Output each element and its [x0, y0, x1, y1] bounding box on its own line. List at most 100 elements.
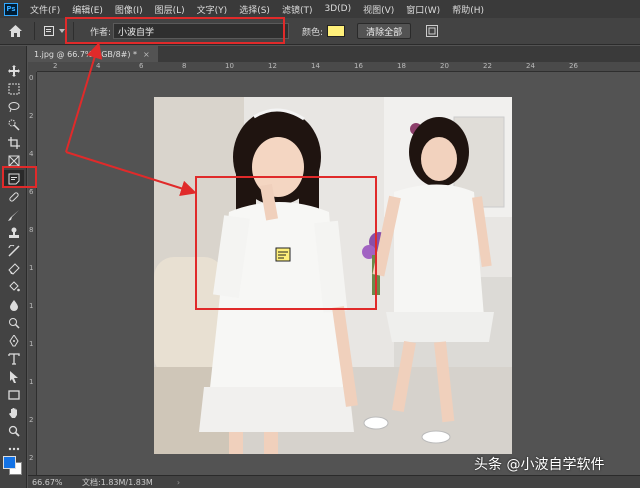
ruler-v-label: 8	[29, 226, 34, 234]
note-tool-icon	[8, 173, 19, 185]
note-tool[interactable]	[3, 170, 24, 188]
ruler-h-label: 8	[182, 62, 187, 70]
menu-window[interactable]: 窗口(W)	[400, 3, 446, 16]
pen-tool[interactable]	[3, 332, 24, 350]
notes-panel-icon	[426, 25, 439, 37]
paint-bucket-tool[interactable]	[3, 278, 24, 296]
crop-tool[interactable]	[3, 134, 24, 152]
dodge-icon	[8, 318, 20, 329]
home-icon	[8, 25, 22, 37]
options-bar: 作者: 颜色: 清除全部	[0, 18, 640, 45]
chevron-down-icon	[58, 29, 65, 33]
lasso-icon	[8, 102, 19, 113]
ruler-h-label: 12	[268, 62, 277, 70]
history-brush-icon	[7, 245, 20, 257]
status-menu-arrow[interactable]: ›	[177, 478, 180, 487]
close-icon[interactable]: ×	[143, 50, 150, 59]
brush-icon	[7, 210, 19, 221]
ruler-corner[interactable]	[28, 62, 37, 72]
bandage-icon	[8, 192, 19, 202]
status-bar: 66.67% 文档:1.83M/1.83M ›	[28, 475, 640, 488]
foreground-color-swatch[interactable]	[3, 456, 16, 469]
ruler-v-label: 2	[29, 416, 34, 424]
menu-type[interactable]: 文字(Y)	[191, 3, 234, 16]
dodge-tool[interactable]	[3, 314, 24, 332]
ruler-v-label: 1	[29, 378, 34, 386]
tool-preset-picker[interactable]	[39, 25, 69, 37]
path-select-tool[interactable]	[3, 368, 24, 386]
ruler-h-label: 2	[53, 62, 58, 70]
photo-girls-in-white-dresses	[154, 97, 512, 454]
blur-tool[interactable]	[3, 296, 24, 314]
marquee-tool[interactable]	[3, 80, 24, 98]
move-icon	[7, 65, 20, 77]
note-icon	[43, 25, 54, 36]
pen-icon	[8, 335, 19, 347]
marquee-icon	[8, 83, 19, 95]
frame-tool[interactable]	[3, 152, 24, 170]
rectangle-tool[interactable]	[3, 386, 24, 404]
document-tab-bar: 1.jpg @ 66.7%(RGB/8#) * ×	[28, 46, 640, 62]
ruler-v-label: 2	[29, 112, 34, 120]
ruler-v-label: 1	[29, 302, 34, 310]
ruler-h-label: 18	[397, 62, 406, 70]
ps-logo: Ps	[4, 2, 18, 16]
paint-bucket-icon	[8, 281, 20, 292]
ruler-v-label: 4	[29, 150, 34, 158]
menu-help[interactable]: 帮助(H)	[446, 3, 490, 16]
type-tool[interactable]	[3, 350, 24, 368]
ruler-h-label: 6	[139, 62, 144, 70]
hand-tool[interactable]	[3, 404, 24, 422]
ruler-h-label: 26	[569, 62, 578, 70]
divider	[34, 22, 35, 40]
menu-file[interactable]: 文件(F)	[24, 3, 66, 16]
stamp-icon	[8, 227, 19, 238]
menu-select[interactable]: 选择(S)	[233, 3, 276, 16]
history-brush-tool[interactable]	[3, 242, 24, 260]
color-label: 颜色:	[302, 27, 324, 38]
lasso-tool[interactable]	[3, 98, 24, 116]
type-icon	[7, 353, 20, 365]
document-tab[interactable]: 1.jpg @ 66.7%(RGB/8#) * ×	[28, 46, 158, 62]
crop-icon	[7, 137, 20, 149]
canvas-area[interactable]	[38, 73, 640, 475]
home-button[interactable]	[0, 18, 30, 45]
brush-tool[interactable]	[3, 206, 24, 224]
eraser-tool[interactable]	[3, 260, 24, 278]
move-tool[interactable]	[3, 62, 24, 80]
rectangle-icon	[7, 390, 20, 400]
healing-tool[interactable]	[3, 188, 24, 206]
ruler-h-label: 20	[440, 62, 449, 70]
ruler-v-label: 2	[29, 454, 34, 462]
hand-icon	[8, 408, 17, 418]
menu-image[interactable]: 图像(I)	[109, 3, 149, 16]
vertical-ruler[interactable]: 0 2 4 6 8 1 1 1 1 2 2	[28, 72, 37, 475]
author-input[interactable]	[113, 23, 290, 39]
color-swatches[interactable]	[3, 456, 23, 476]
drop-icon	[9, 300, 18, 311]
ruler-h-label: 10	[225, 62, 234, 70]
notes-panel-button[interactable]	[425, 24, 439, 38]
quick-select-icon	[8, 119, 20, 131]
stamp-tool[interactable]	[3, 224, 24, 242]
note-color-swatch[interactable]	[327, 25, 346, 37]
ruler-h-label: 14	[311, 62, 320, 70]
menu-filter[interactable]: 滤镜(T)	[276, 3, 319, 16]
zoom-level[interactable]: 66.67%	[28, 478, 72, 487]
ruler-v-label: 1	[29, 264, 34, 272]
zoom-tool[interactable]	[3, 422, 24, 440]
menu-view[interactable]: 视图(V)	[357, 3, 400, 16]
frame-icon	[8, 155, 19, 167]
ruler-v-label: 0	[29, 74, 34, 82]
horizontal-ruler[interactable]: 2 4 6 8 10 12 14 16 18 20 22 24 26	[37, 62, 640, 72]
document-photo[interactable]	[154, 97, 512, 454]
magnifier-icon	[8, 425, 20, 437]
ellipsis-icon	[8, 447, 19, 451]
menu-edit[interactable]: 编辑(E)	[66, 3, 109, 16]
document-tab-title: 1.jpg @ 66.7%(RGB/8#) *	[34, 49, 138, 59]
tools-panel	[0, 46, 27, 488]
clear-all-button[interactable]: 清除全部	[357, 23, 412, 39]
menu-layer[interactable]: 图层(L)	[149, 3, 191, 16]
menu-3d[interactable]: 3D(D)	[318, 4, 357, 14]
quick-select-tool[interactable]	[3, 116, 24, 134]
